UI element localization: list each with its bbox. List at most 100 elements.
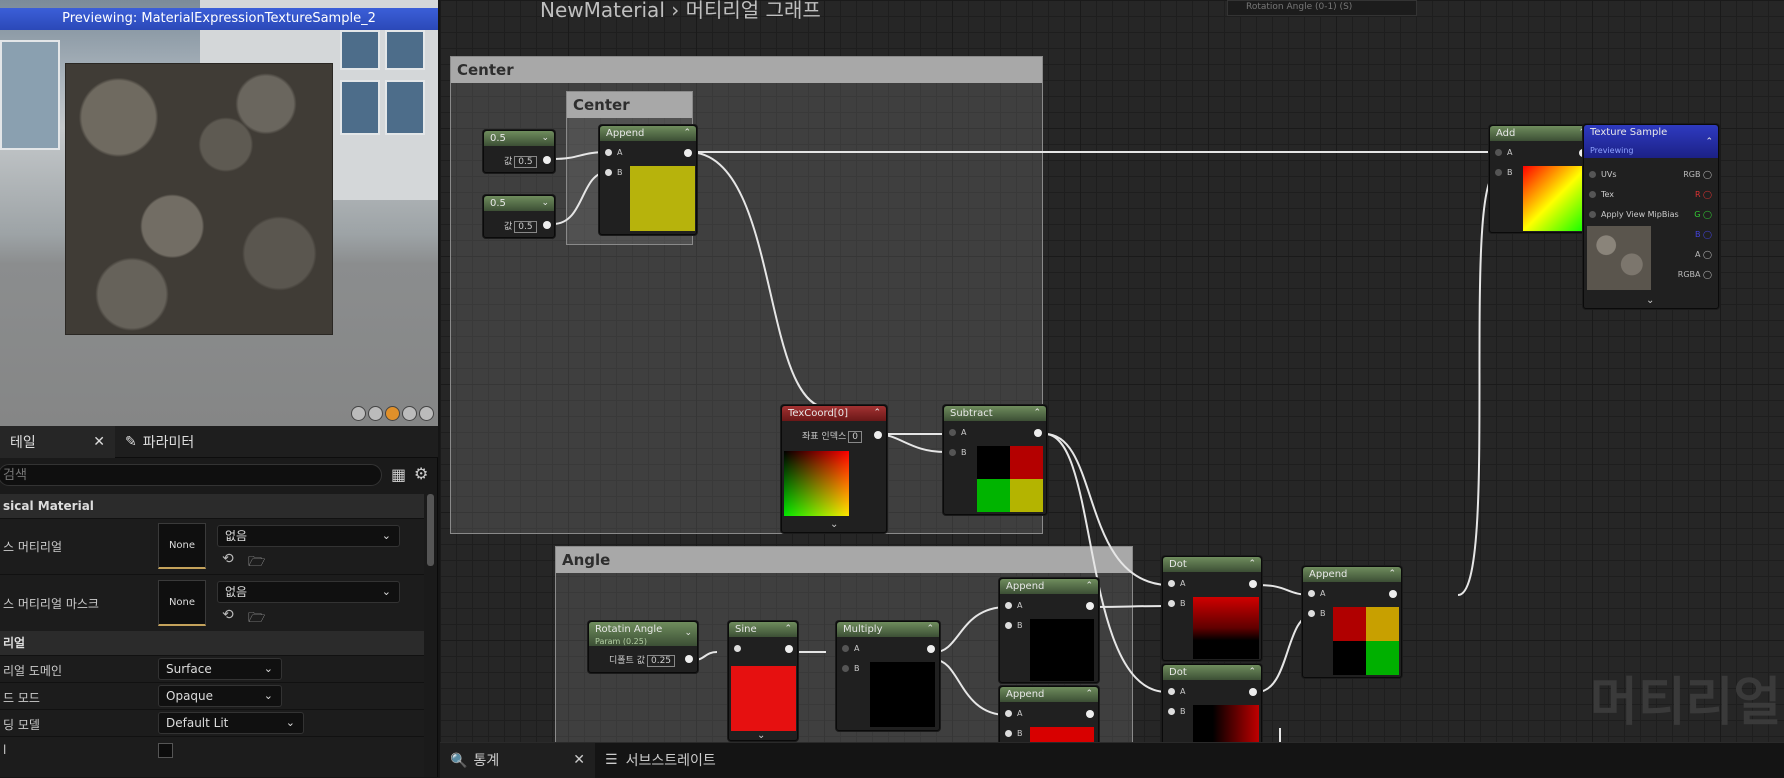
plane-icon[interactable]	[385, 406, 400, 421]
chevron-up-icon[interactable]: ⌃	[873, 406, 881, 421]
coordinate-index[interactable]: 좌표 인덱스 0	[802, 429, 862, 443]
output-pin[interactable]	[1249, 688, 1257, 696]
default-value[interactable]: 디폴트 값 0.25	[609, 653, 676, 667]
reset-arrow-icon[interactable]: ⟲	[222, 551, 234, 567]
input-pin-b[interactable]: B	[949, 448, 967, 457]
category-physical-material[interactable]: sical Material	[0, 494, 424, 518]
viewport-mesh-toolbar[interactable]	[351, 406, 434, 421]
constant-value[interactable]: 값 0.5	[504, 154, 537, 168]
chevron-up-icon[interactable]: ⌃	[1085, 579, 1093, 594]
input-pin-a[interactable]: A	[1168, 579, 1185, 588]
input-pin-a[interactable]: A	[949, 428, 966, 437]
output-pin[interactable]	[927, 645, 935, 653]
output-pin-r[interactable]: R ◯	[1695, 190, 1712, 199]
asset-picker-dropdown[interactable]: 없음 ⌄	[217, 581, 400, 603]
input-pin-b[interactable]: B	[1495, 168, 1513, 177]
output-pin[interactable]	[1086, 602, 1094, 610]
chevron-up-icon[interactable]: ⌃	[1248, 665, 1256, 680]
chevron-up-icon[interactable]: ⌃	[1033, 406, 1041, 421]
output-pin-a[interactable]: A ◯	[1695, 250, 1712, 259]
chevron-down-icon[interactable]: ⌄	[684, 626, 692, 641]
node-append-center[interactable]: Append ⌃ A B	[599, 125, 697, 235]
asset-thumbnail[interactable]: None	[158, 523, 206, 569]
output-pin[interactable]	[1086, 710, 1094, 718]
chevron-up-icon[interactable]: ⌃	[1388, 567, 1396, 582]
value-field[interactable]: 0.25	[646, 655, 676, 667]
output-pin-rgb[interactable]: RGB ◯	[1683, 170, 1712, 179]
material-graph-canvas[interactable]: NewMaterial › 머티리얼 그래프 Rotation Angle (0…	[440, 0, 1784, 742]
input-pin[interactable]	[734, 644, 746, 653]
blend-mode-dropdown[interactable]: Opaque ⌄	[158, 685, 282, 707]
node-texcoord[interactable]: TexCoord[0] ⌃ 좌표 인덱스 0 ⌄	[781, 405, 887, 533]
output-pin[interactable]	[685, 655, 693, 663]
input-pin-a[interactable]: A	[605, 148, 622, 157]
chevron-up-icon[interactable]: ⌃	[1085, 687, 1093, 702]
input-pin-a[interactable]: A	[842, 644, 859, 653]
output-pin-g[interactable]: G ◯	[1694, 210, 1712, 219]
shading-model-dropdown[interactable]: Default Lit ⌄	[158, 712, 304, 734]
constant-value[interactable]: 값 0.5	[504, 219, 537, 233]
chevron-up-icon[interactable]: ⌃	[926, 622, 934, 637]
node-texture-sample[interactable]: Texture Sample Previewing ⌃ UVs Tex Appl…	[1583, 124, 1719, 309]
node-append-angle-2[interactable]: Append ⌃ A B	[999, 686, 1099, 742]
asset-picker-dropdown[interactable]: 없음 ⌄	[217, 525, 400, 547]
chevron-down-icon[interactable]: ⌄	[757, 730, 765, 741]
node-subtract[interactable]: Subtract ⌃ A B	[943, 405, 1047, 515]
gear-icon[interactable]: ⚙	[414, 464, 428, 483]
node-rotation-angle-param[interactable]: Rotatin Angle Param (0.25) ⌄ 디폴트 값 0.25	[588, 621, 698, 673]
input-pin-tex[interactable]: Tex	[1589, 190, 1614, 199]
input-pin-b[interactable]: B	[1168, 599, 1186, 608]
chevron-down-icon[interactable]: ⌄	[541, 131, 549, 146]
sphere-icon[interactable]	[368, 406, 383, 421]
cube-icon[interactable]	[402, 406, 417, 421]
output-pin[interactable]	[543, 156, 551, 164]
browse-folder-icon[interactable]: 🗁	[248, 551, 265, 575]
input-pin-b[interactable]: B	[1308, 609, 1326, 618]
input-pin-b[interactable]: B	[842, 664, 860, 673]
close-icon[interactable]: ✕	[573, 752, 585, 768]
table-view-icon[interactable]: ▦	[391, 465, 406, 484]
chevron-up-icon[interactable]: ⌃	[784, 622, 792, 637]
output-pin[interactable]	[1034, 429, 1042, 437]
output-pin[interactable]	[785, 645, 793, 653]
input-pin-b[interactable]: B	[605, 168, 623, 177]
node-sine[interactable]: Sine ⌃ ⌄	[728, 621, 798, 741]
chevron-up-icon[interactable]: ⌃	[1248, 557, 1256, 572]
node-append-angle-1[interactable]: Append ⌃ A B	[999, 578, 1099, 683]
node-add[interactable]: Add⌃ A B	[1489, 125, 1592, 233]
details-scrollbar[interactable]	[427, 494, 434, 566]
output-pin[interactable]	[684, 149, 692, 157]
input-pin-uvs[interactable]: UVs	[1589, 170, 1617, 179]
asset-thumbnail[interactable]: None	[158, 580, 206, 626]
chevron-down-icon[interactable]: ⌄	[541, 196, 549, 211]
output-pin[interactable]	[1249, 580, 1257, 588]
chevron-up-icon[interactable]: ⌃	[1705, 135, 1713, 150]
node-dot-1[interactable]: Dot ⌃ A B	[1162, 556, 1262, 661]
output-pin[interactable]	[874, 431, 882, 439]
output-pin-b[interactable]: B ◯	[1695, 230, 1712, 239]
property-checkbox[interactable]	[158, 743, 173, 758]
tab-stats[interactable]: 🔍 통계 ✕	[440, 742, 595, 778]
output-pin[interactable]	[1389, 590, 1397, 598]
output-pin[interactable]	[543, 221, 551, 229]
details-search-input[interactable]	[0, 464, 382, 486]
input-pin-b[interactable]: B	[1005, 621, 1023, 630]
input-pin-a[interactable]: A	[1005, 601, 1022, 610]
reset-arrow-icon[interactable]: ⟲	[222, 607, 234, 623]
chevron-up-icon[interactable]: ⌃	[683, 126, 691, 141]
node-constant-2[interactable]: 0.5 ⌄ 값 0.5	[483, 195, 555, 238]
value-field[interactable]: 0.5	[514, 156, 537, 168]
node-constant-1[interactable]: 0.5 ⌄ 값 0.5	[483, 130, 555, 173]
category-material[interactable]: 리얼	[0, 631, 424, 655]
output-pin-rgba[interactable]: RGBA ◯	[1678, 270, 1712, 279]
tab-parameters[interactable]: ✎ 파라미터	[115, 426, 204, 458]
cylinder-icon[interactable]	[351, 406, 366, 421]
input-pin-a[interactable]: A	[1308, 589, 1325, 598]
node-multiply[interactable]: Multiply ⌃ A B	[836, 621, 940, 731]
tab-details[interactable]: 테일 ✕	[0, 425, 115, 458]
node-dot-2[interactable]: Dot ⌃ A B	[1162, 664, 1262, 742]
input-pin-b[interactable]: B	[1005, 729, 1023, 738]
browse-folder-icon[interactable]: 🗁	[248, 607, 265, 631]
input-pin-mipbias[interactable]: Apply View MipBias	[1589, 210, 1679, 219]
material-domain-dropdown[interactable]: Surface ⌄	[158, 658, 282, 680]
